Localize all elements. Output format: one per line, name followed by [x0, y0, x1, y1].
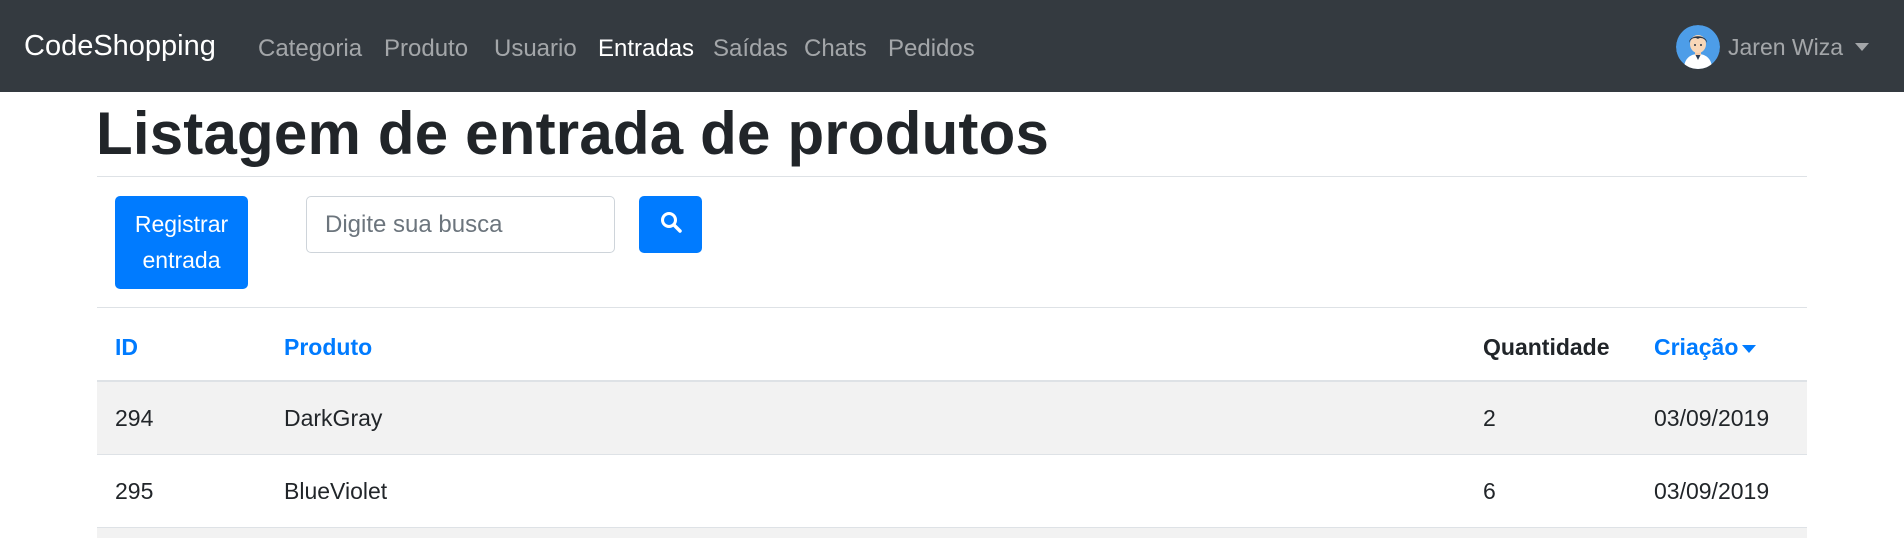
user-avatar-icon	[1676, 25, 1720, 69]
nav-item-saidas[interactable]: Saídas	[713, 34, 788, 64]
table-row: 294 DarkGray 2 03/09/2019	[97, 382, 1807, 455]
cell-quantidade: 6	[1483, 478, 1496, 504]
nav-item-categoria[interactable]: Categoria	[258, 34, 362, 64]
column-header-criacao[interactable]: Criação	[1654, 332, 1757, 362]
nav-item-entradas[interactable]: Entradas	[598, 34, 694, 64]
page-title: Listagem de entrada de produtos	[96, 100, 1050, 167]
register-entry-label-line1: Registrar	[134, 211, 229, 237]
register-entry-label-line2: entrada	[142, 247, 221, 273]
caret-down-icon	[1855, 43, 1870, 51]
table-row-partial	[97, 528, 1807, 538]
search-icon	[659, 210, 683, 239]
user-menu[interactable]: Jaren Wiza	[1676, 24, 1870, 70]
table-row: 295 BlueViolet 6 03/09/2019	[97, 455, 1807, 528]
cell-criacao: 03/09/2019	[1654, 405, 1770, 431]
table-top-divider	[97, 307, 1807, 308]
column-header-produto[interactable]: Produto	[284, 332, 372, 362]
caret-down-icon	[1742, 344, 1757, 353]
top-navbar: CodeShopping Categoria Produto Usuario E…	[0, 0, 1904, 92]
cell-id: 295	[115, 478, 154, 504]
nav-item-chats[interactable]: Chats	[804, 34, 867, 64]
register-entry-button[interactable]: Registrar entrada	[115, 196, 248, 289]
nav-item-usuario[interactable]: Usuario	[494, 34, 577, 64]
brand-link[interactable]: CodeShopping	[24, 28, 216, 64]
cell-criacao: 03/09/2019	[1654, 478, 1770, 504]
user-name: Jaren Wiza	[1728, 33, 1844, 60]
title-divider	[97, 176, 1807, 177]
column-header-quantidade: Quantidade	[1483, 334, 1610, 360]
nav-item-produto[interactable]: Produto	[384, 34, 468, 64]
cell-produto: DarkGray	[284, 405, 383, 431]
cell-id: 294	[115, 405, 154, 431]
cell-produto: BlueViolet	[284, 478, 388, 504]
nav-item-pedidos[interactable]: Pedidos	[888, 34, 975, 64]
search-button[interactable]	[639, 196, 702, 253]
column-header-id[interactable]: ID	[115, 332, 138, 362]
cell-quantidade: 2	[1483, 405, 1496, 431]
column-header-criacao-label: Criação	[1654, 334, 1739, 360]
search-input[interactable]	[306, 196, 615, 253]
